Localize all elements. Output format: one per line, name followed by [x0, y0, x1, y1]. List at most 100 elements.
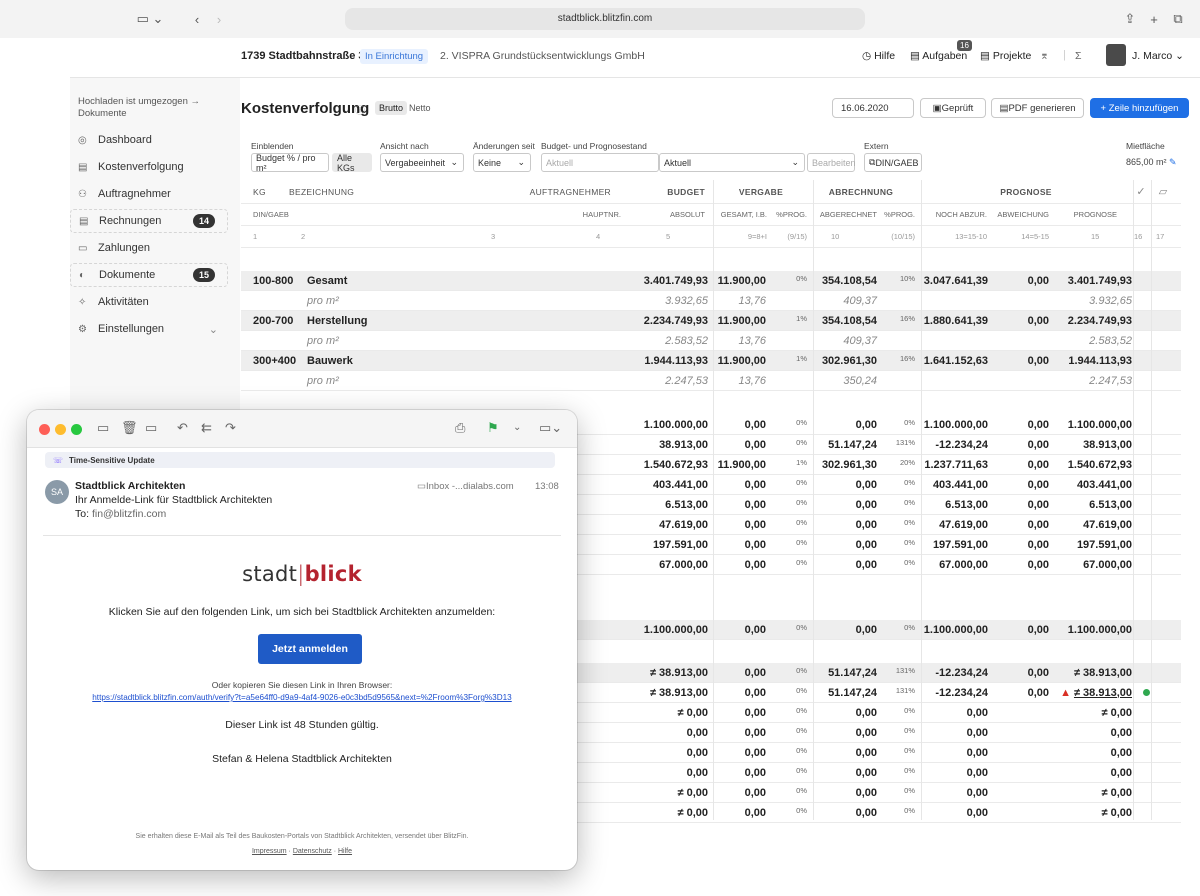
aenderungen-label: Änderungen seit — [473, 141, 535, 151]
tasks-icon: ▤ — [910, 50, 923, 62]
date-input[interactable]: 16.06.2020 — [832, 98, 914, 118]
prognose-value: 47.619,00 — [1083, 518, 1132, 531]
noch-abzur-value: 0,00 — [966, 706, 988, 719]
bearbeiten-button[interactable]: Bearbeiten — [807, 153, 856, 172]
budget-input[interactable]: Aktuell — [541, 153, 659, 172]
sidebar-item-kostenverfolgung[interactable]: ▤ Kostenverfolgung — [78, 155, 228, 179]
table-row[interactable]: 300+400 Bauwerk 1.944.113,93 11.900,00 1% 302… — [241, 351, 1181, 371]
noch-abzur-value: 67.000,00 — [939, 558, 988, 571]
sidebar-item-label: Auftragnehmer — [98, 188, 171, 200]
vergabe-percent: 0% — [796, 766, 807, 775]
chevron-down-icon[interactable]: ⌄ — [513, 422, 521, 433]
forward-mail-icon[interactable]: ↷ — [225, 420, 236, 436]
chart-icon[interactable]: ⌆ — [1040, 50, 1049, 62]
budget-value: 3.932,65 — [665, 294, 708, 307]
sender-name[interactable]: Stadtblick Architekten — [75, 480, 185, 492]
subheader-2: ABSOLUT — [669, 210, 705, 219]
prognose-select[interactable]: Aktuell ⌄ — [659, 153, 805, 172]
project-title[interactable]: 1739 Stadtbahnstraße 37 — [241, 50, 371, 62]
help-link[interactable]: ◷ Hilfe — [862, 50, 895, 62]
move-folder-icon[interactable]: ▭⌄ — [539, 420, 562, 436]
address-bar[interactable]: stadtblick.blitzfin.com — [345, 8, 865, 30]
colnum-7: 10 — [831, 232, 840, 241]
mail-folder[interactable]: ▭Inbox -...dialabs.com — [417, 481, 514, 492]
alle-kgs-toggle[interactable]: Alle KGs — [332, 153, 372, 173]
table-row[interactable]: 100-800 Gesamt 3.401.749,93 11.900,00 0% 354.… — [241, 271, 1181, 291]
vergabe-value: 0,00 — [744, 498, 766, 511]
ansicht-select[interactable]: Vergabeeinheit ⌄ — [380, 153, 464, 172]
sidebar-notice[interactable]: Hochladen ist umgezogen → Dokumente — [78, 96, 228, 120]
chevron-down-icon: ⌄ — [791, 157, 799, 167]
impressum-link[interactable]: Impressum — [252, 848, 287, 855]
note-icon[interactable]: ▱ — [1156, 180, 1170, 203]
pdf-button[interactable]: ▤ PDF generieren — [991, 98, 1084, 118]
reply-icon[interactable]: ↶ — [177, 420, 188, 436]
extern-button[interactable]: ⧉ DIN/GAEB — [864, 153, 922, 172]
mietflaeche-value[interactable]: 865,00 m² ✎ — [1126, 157, 1177, 168]
share-icon[interactable]: ⇪ — [1122, 10, 1138, 28]
sidebar-item-aktivitäten[interactable]: ✧ Aktivitäten — [78, 290, 228, 314]
sidebar-item-rechnungen[interactable]: ▤ Rechnungen 14 — [70, 209, 228, 233]
info-icon[interactable]: ⓘ — [355, 102, 365, 117]
forward-icon[interactable]: › — [212, 10, 226, 28]
table-row[interactable]: 200-700 Herstellung 2.234.749,93 11.900,00 1… — [241, 311, 1181, 331]
tabs-overview-icon[interactable]: ⧉ — [1170, 10, 1186, 28]
prognose-value: ≠ 0,00 — [1101, 706, 1132, 719]
budget-value: 1.540.672,93 — [643, 458, 708, 471]
abrechnung-percent: 0% — [904, 766, 915, 775]
sidebar-item-auftragnehmer[interactable]: ⚇ Auftragnehmer — [78, 182, 228, 206]
status-dot-icon — [1143, 689, 1150, 696]
check-icon[interactable]: ✓ — [1134, 180, 1148, 203]
noch-abzur-value: 0,00 — [966, 806, 988, 819]
sum-button[interactable]: Σ — [1075, 50, 1082, 62]
abrechnung-value: 302.961,30 — [821, 354, 877, 367]
zoom-window-icon[interactable] — [71, 424, 82, 435]
vergabe-value: 0,00 — [744, 518, 766, 531]
table-row[interactable]: pro m² 2.247,53 13,76 350,24 2.247,53 — [241, 371, 1181, 391]
table-row[interactable]: pro m² 2.583,52 13,76 409,37 2.583,52 — [241, 331, 1181, 351]
archive-icon[interactable]: ▭ — [97, 420, 109, 436]
activity-icon: ✧ — [78, 296, 87, 308]
flag-icon[interactable]: ⚑ — [487, 420, 499, 436]
add-row-button[interactable]: + Zeile hinzufügen — [1090, 98, 1189, 118]
trash-icon[interactable]: 🗑 — [121, 420, 138, 436]
back-icon[interactable]: ‹ — [190, 10, 204, 28]
tasks-link[interactable]: ▤ Aufgaben — [910, 50, 967, 62]
close-window-icon[interactable] — [39, 424, 50, 435]
vergabe-value: 13,76 — [738, 374, 766, 387]
sidebar-item-dokumente[interactable]: ◐ Dokumente 15 — [70, 263, 228, 287]
print-icon[interactable]: ⎙ — [455, 420, 465, 436]
aenderungen-select[interactable]: Keine ⌄ — [473, 153, 531, 172]
vergabe-percent: 0% — [796, 438, 807, 447]
einblenden-select[interactable]: Budget % / pro m² — [251, 153, 329, 173]
budget-value: 2.234.749,93 — [643, 314, 708, 327]
sidebar-item-label: Rechnungen — [99, 215, 162, 227]
abrechnung-value: 0,00 — [855, 498, 877, 511]
sidebar-item-zahlungen[interactable]: ▭ Zahlungen — [78, 236, 228, 260]
prognose-value: 2.583,52 — [1089, 334, 1132, 347]
minimize-window-icon[interactable] — [55, 424, 66, 435]
sidebar-item-einstellungen[interactable]: ⚙ Einstellungen ⌄ — [78, 317, 228, 341]
reply-all-icon[interactable]: ⇇ — [201, 420, 212, 436]
mietflaeche-label: Mietfläche — [1126, 141, 1165, 151]
checked-button[interactable]: ▣ Geprüft — [920, 98, 986, 118]
user-menu[interactable]: J. Marco ⌄ — [1132, 50, 1184, 62]
sidebar-toggle-icon[interactable]: ▭ ⌄ — [135, 10, 165, 28]
vergabe-percent: 0% — [796, 478, 807, 487]
new-tab-icon[interactable]: + — [1146, 10, 1162, 28]
brutto-toggle[interactable]: Brutto — [375, 101, 408, 115]
projects-link[interactable]: ▤ Projekte — [980, 50, 1031, 62]
verify-link[interactable]: https://stadtblick.blitzfin.com/auth/ver… — [27, 693, 577, 702]
avatar[interactable] — [1106, 44, 1126, 66]
sidebar-item-dashboard[interactable]: ◎ Dashboard — [78, 128, 228, 152]
login-button[interactable]: Jetzt anmelden — [258, 634, 362, 664]
datenschutz-link[interactable]: Datenschutz — [293, 848, 332, 855]
col-bezeichnung-header: BEZEICHNUNG — [289, 186, 355, 197]
vergabe-value: 0,00 — [744, 806, 766, 819]
colnum-0: 1 — [253, 232, 258, 241]
hilfe-link[interactable]: Hilfe — [338, 848, 352, 855]
junk-icon[interactable]: ▭ — [145, 420, 157, 436]
budget-value: ≠ 38.913,00 — [649, 686, 708, 699]
table-row[interactable]: pro m² 3.932,65 13,76 409,37 3.932,65 — [241, 291, 1181, 311]
netto-toggle[interactable]: Netto — [409, 103, 431, 113]
